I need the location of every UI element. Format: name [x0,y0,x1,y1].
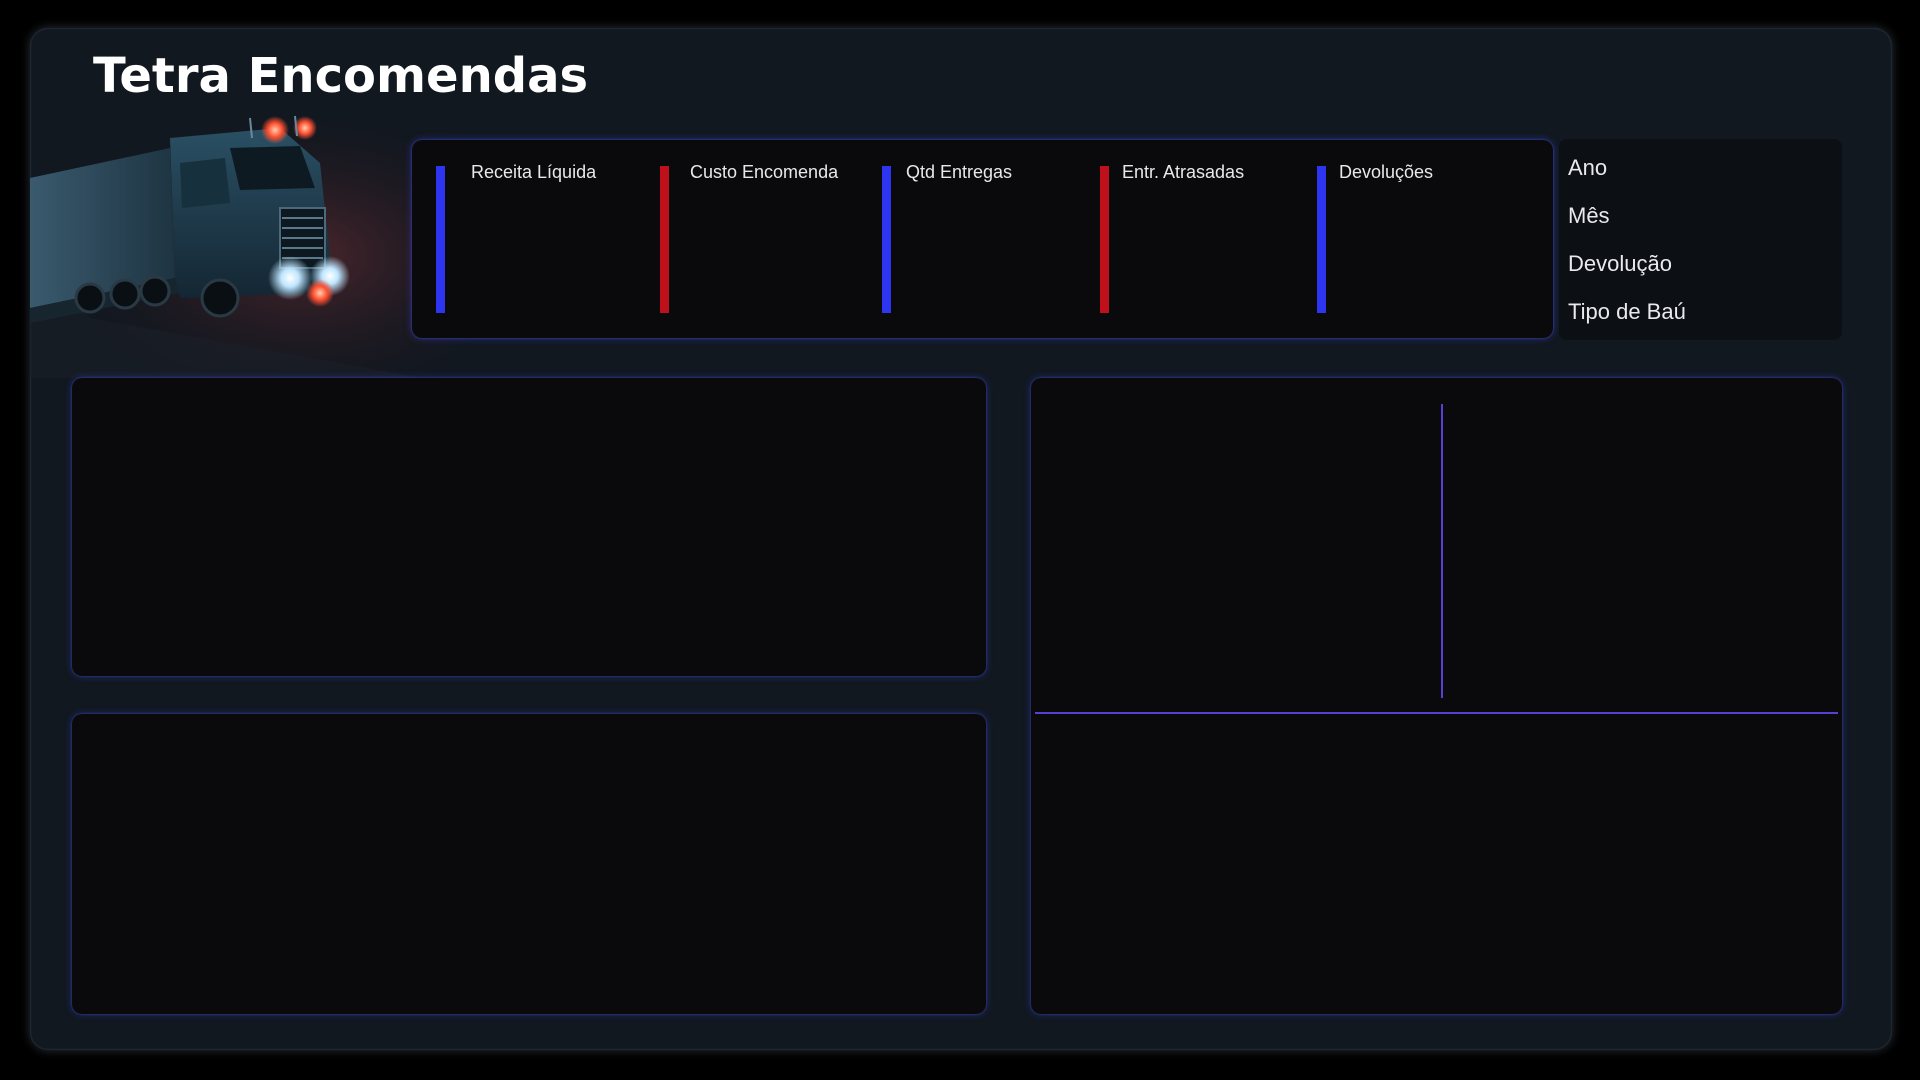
filter-panel: Ano Mês Devolução Tipo de Baú [1559,139,1842,340]
chart-card-top-left [72,378,986,676]
truck-icon [30,108,470,378]
kpi-label: Qtd Entregas [906,162,1013,182]
kpi-accent-bar [660,166,669,313]
kpi-accent-bar [1317,166,1326,313]
chart-card-right [1031,378,1842,1014]
chart-card-bottom-left [72,714,986,1014]
kpi-label: Custo Encomenda [690,162,839,182]
kpi-accent-bar [882,166,891,313]
page-title: Tetra Encomendas [93,48,589,104]
filter-tipo-de-bau[interactable]: Tipo de Baú [1568,299,1686,325]
kpi-accent-bar [1100,166,1109,313]
kpi-label: Devoluções [1339,162,1434,182]
filter-mes[interactable]: Mês [1568,203,1610,229]
kpi-label: Entr. Atrasadas [1122,162,1245,182]
filter-ano[interactable]: Ano [1568,155,1607,181]
filter-devolucao[interactable]: Devolução [1568,251,1672,277]
kpi-accent-bar [436,166,445,313]
right-card-horizontal-divider [1035,712,1838,714]
kpi-label: Receita Líquida [471,162,597,182]
kpi-panel: Receita Líquida Custo Encomenda Qtd Entr… [412,140,1553,338]
right-card-vertical-divider [1441,404,1443,698]
